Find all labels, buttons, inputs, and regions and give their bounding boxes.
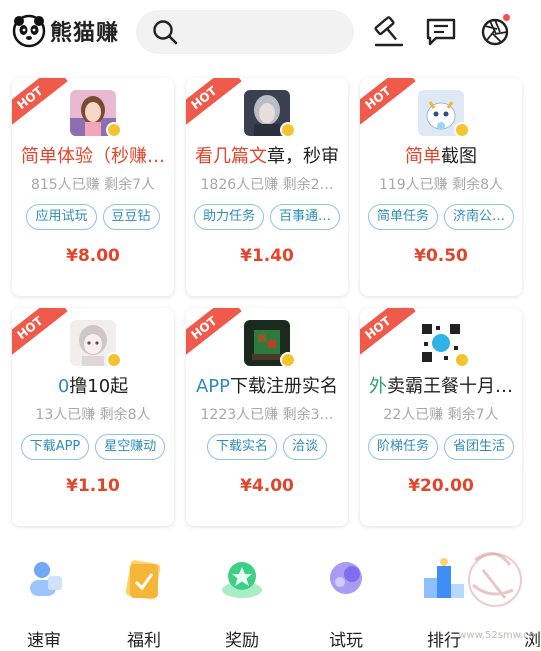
task-tag[interactable]: 洽谈: [283, 434, 328, 460]
watermark-seal-icon: [468, 552, 522, 607]
nav-label: 奖励: [225, 631, 259, 651]
task-tag[interactable]: 助力任务: [193, 204, 264, 230]
verified-badge-icon: [280, 352, 296, 368]
task-title: 简单体验（秒赚…: [21, 146, 165, 167]
task-price: ¥8.00: [66, 246, 120, 266]
verified-badge-icon: [106, 122, 122, 138]
task-tag[interactable]: 下载APP: [20, 434, 90, 460]
watermark-text: www.52smw.cn: [458, 630, 535, 641]
task-tags: 简单任务 济南公…: [360, 204, 522, 230]
nav-item-welfare[interactable]: 福利: [104, 556, 184, 651]
nav-label: 福利: [127, 631, 161, 651]
nav-label: 试玩: [329, 631, 363, 651]
task-card[interactable]: HOT 看几篇文章，秒审 1826人已赚 剩余2… 助力任务 百事通… ¥1.4…: [186, 78, 348, 296]
task-tags: 下载APP 星空赚动: [12, 434, 174, 460]
verified-badge-icon: [106, 352, 122, 368]
verified-badge-icon: [454, 352, 470, 368]
panda-logo-icon: [12, 14, 46, 48]
task-title: 简单截图: [405, 146, 477, 167]
verified-badge-icon: [280, 122, 296, 138]
header: 熊猫赚: [0, 0, 541, 66]
task-tags: 助力任务 百事通…: [186, 204, 348, 230]
task-title: APP下载注册实名: [195, 376, 339, 397]
task-stats: 22人已赚 剩余7人: [383, 407, 499, 423]
hot-badge: HOT: [12, 308, 68, 361]
task-stats: 1826人已赚 剩余2…: [200, 177, 334, 193]
hot-badge: HOT: [12, 78, 68, 131]
app-name: 熊猫赚: [50, 21, 120, 46]
coupon-icon: [125, 560, 161, 600]
task-tag[interactable]: 省团生活: [444, 434, 515, 460]
search-bar[interactable]: [136, 10, 354, 54]
task-title: 0撸10起: [57, 376, 129, 397]
task-stats: 13人已赚 剩余8人: [35, 407, 151, 423]
task-price: ¥1.40: [240, 246, 294, 266]
hot-badge: HOT: [360, 78, 416, 131]
task-stats: 119人已赚 剩余8人: [378, 177, 504, 193]
task-tags: 应用试玩 豆豆钻: [12, 204, 174, 230]
nav-item-quick-review[interactable]: 速审: [4, 556, 84, 651]
search-icon: [153, 20, 178, 45]
hot-badge: HOT: [186, 308, 242, 361]
hammer-icon[interactable]: [372, 14, 406, 48]
app-logo[interactable]: 熊猫赚: [12, 14, 119, 48]
nav-item-trial[interactable]: 试玩: [306, 556, 386, 651]
hot-badge: HOT: [360, 308, 416, 361]
task-card[interactable]: HOT 0撸10起 13人已赚 剩余8人 下载APP 星空赚动 ¥1.10: [12, 308, 174, 526]
task-price: ¥4.00: [240, 476, 294, 496]
nav-item-reward[interactable]: 奖励: [202, 556, 282, 651]
people-icon: [30, 562, 62, 596]
task-card[interactable]: HOT APP下载注册实名 1223人已赚 剩余3… 下载实名 洽谈 ¥4.00: [186, 308, 348, 526]
task-tag[interactable]: 应用试玩: [26, 204, 97, 230]
task-tag[interactable]: 星空赚动: [95, 434, 166, 460]
task-tag[interactable]: 百事通…: [270, 204, 341, 230]
star-medal-icon: [222, 562, 262, 598]
task-stats: 1223人已赚 剩余3…: [200, 407, 334, 423]
task-tag[interactable]: 济南公…: [444, 204, 515, 230]
task-tags: 阶梯任务 省团生活: [360, 434, 522, 460]
nav-label: 速审: [27, 631, 61, 651]
task-card[interactable]: HOT 简单截图 119人已赚 剩余8人 简单任务 济南公… ¥0.50: [360, 78, 522, 296]
task-title: 看几篇文章，秒审: [195, 146, 339, 167]
hot-badge: HOT: [186, 78, 242, 131]
task-tags: 下载实名 洽谈: [186, 434, 348, 460]
task-price: ¥0.50: [414, 246, 468, 266]
task-card[interactable]: HOT 外卖霸王餐十月… 22人已赚 剩余7人 阶梯任务 省团生活 ¥20.00: [360, 308, 522, 526]
task-price: ¥1.10: [66, 476, 120, 496]
task-title: 外卖霸王餐十月…: [369, 376, 513, 397]
message-icon[interactable]: [424, 14, 458, 48]
task-tag[interactable]: 下载实名: [206, 434, 277, 460]
task-price: ¥20.00: [408, 476, 474, 496]
verified-badge-icon: [454, 122, 470, 138]
task-card[interactable]: HOT 简单体验（秒赚… 815人已赚 剩余7人 应用试玩 豆豆钻 ¥8.00: [12, 78, 174, 296]
task-tag[interactable]: 简单任务: [367, 204, 438, 230]
task-tag[interactable]: 豆豆钻: [102, 204, 160, 230]
task-tag[interactable]: 阶梯任务: [367, 434, 438, 460]
task-stats: 815人已赚 剩余7人: [30, 177, 156, 193]
notification-dot: [503, 14, 510, 21]
aperture-icon[interactable]: [478, 14, 512, 48]
game-icon: [330, 562, 362, 594]
